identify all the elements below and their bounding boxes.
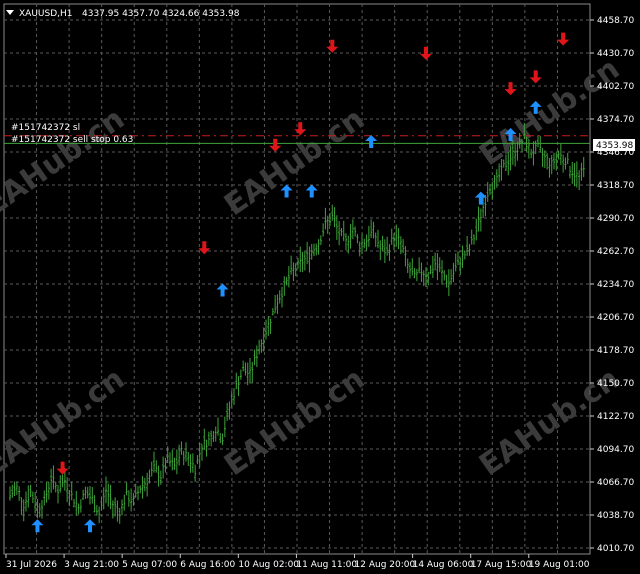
buy-arrow-icon[interactable] bbox=[305, 184, 318, 198]
price-tick-label: 4178.70 bbox=[597, 346, 634, 356]
price-tick-label: 4318.70 bbox=[597, 181, 634, 191]
buy-arrow-icon[interactable] bbox=[216, 283, 229, 297]
symbol-label: XAUUSD,H1 bbox=[19, 9, 73, 19]
price-tick-label: 4066.70 bbox=[597, 478, 634, 488]
price-tick-label: 4234.70 bbox=[597, 280, 634, 290]
buy-arrow-icon[interactable] bbox=[31, 519, 44, 533]
ohlc-values: 4337.95 4357.70 4324.66 4353.98 bbox=[82, 9, 240, 19]
price-tick-label: 4402.70 bbox=[597, 82, 634, 92]
price-chart[interactable]: EAHub.cn EAHub.cn EAHub.cnEAHub.cn EAHub.cn… bbox=[0, 0, 640, 574]
current-price-value: 4353.98 bbox=[596, 141, 633, 151]
chart-window[interactable]: EAHub.cn EAHub.cn EAHub.cn EAHub.cn EAHub.cn… bbox=[0, 0, 640, 574]
sell-arrow-icon[interactable] bbox=[198, 241, 211, 255]
price-tick-label: 4010.70 bbox=[597, 544, 634, 554]
time-tick-label: 10 Aug 02:00 bbox=[238, 560, 299, 570]
price-tick-label: 4150.70 bbox=[597, 379, 634, 389]
watermark-layer: EAHub.cn EAHub.cn EAHub.cnEAHub.cn EAHub.cn… bbox=[0, 51, 626, 483]
sell-arrow-icon[interactable] bbox=[529, 70, 542, 84]
buy-arrow-icon[interactable] bbox=[84, 519, 96, 533]
watermark-text: EAHub.cn bbox=[218, 101, 371, 223]
time-tick-label: 6 Aug 16:00 bbox=[180, 560, 235, 570]
sell-arrow-icon[interactable] bbox=[269, 138, 282, 152]
chart-header: XAUUSD,H1 4337.95 4357.70 4324.66 4353.9… bbox=[6, 9, 240, 19]
time-tick-label: 17 Aug 15:00 bbox=[471, 560, 532, 570]
time-tick-label: 31 Jul 2026 bbox=[6, 560, 57, 570]
watermark-text: EAHub.cn bbox=[0, 101, 131, 223]
price-tick-label: 4290.70 bbox=[597, 214, 634, 224]
time-tick-label: 14 Aug 06:00 bbox=[413, 560, 474, 570]
dropdown-triangle-icon[interactable] bbox=[6, 10, 14, 15]
price-tick-label: 4094.70 bbox=[597, 445, 634, 455]
price-tick-label: 4374.70 bbox=[597, 115, 634, 125]
price-tick-label: 4206.70 bbox=[597, 313, 634, 323]
sell-arrow-icon[interactable] bbox=[557, 32, 570, 46]
price-tick-label: 4430.70 bbox=[597, 49, 634, 59]
time-tick-label: 12 Aug 20:00 bbox=[355, 560, 416, 570]
order-label-sl: #151742372 sl bbox=[11, 123, 80, 133]
price-tick-label: 4038.70 bbox=[597, 511, 634, 521]
buy-arrow-icon[interactable] bbox=[365, 135, 378, 149]
time-tick-label: 5 Aug 07:00 bbox=[122, 560, 177, 570]
sell-arrow-icon[interactable] bbox=[504, 82, 517, 96]
time-tick-label: 19 Aug 01:00 bbox=[529, 560, 590, 570]
watermark-text: EAHub.cn bbox=[0, 361, 131, 483]
sell-arrow-icon[interactable] bbox=[326, 39, 339, 53]
current-price-tag: 4353.98 bbox=[593, 139, 635, 151]
price-tick-label: 4122.70 bbox=[597, 412, 634, 422]
price-tick-label: 4458.70 bbox=[597, 16, 634, 26]
sell-arrow-icon[interactable] bbox=[56, 461, 69, 475]
time-tick-label: 3 Aug 21:00 bbox=[64, 560, 119, 570]
price-tick-label: 4262.70 bbox=[597, 247, 634, 257]
order-label-sell-stop: #151742372 sell stop 0.63 bbox=[11, 135, 133, 145]
time-tick-label: 11 Aug 11:00 bbox=[296, 560, 357, 570]
